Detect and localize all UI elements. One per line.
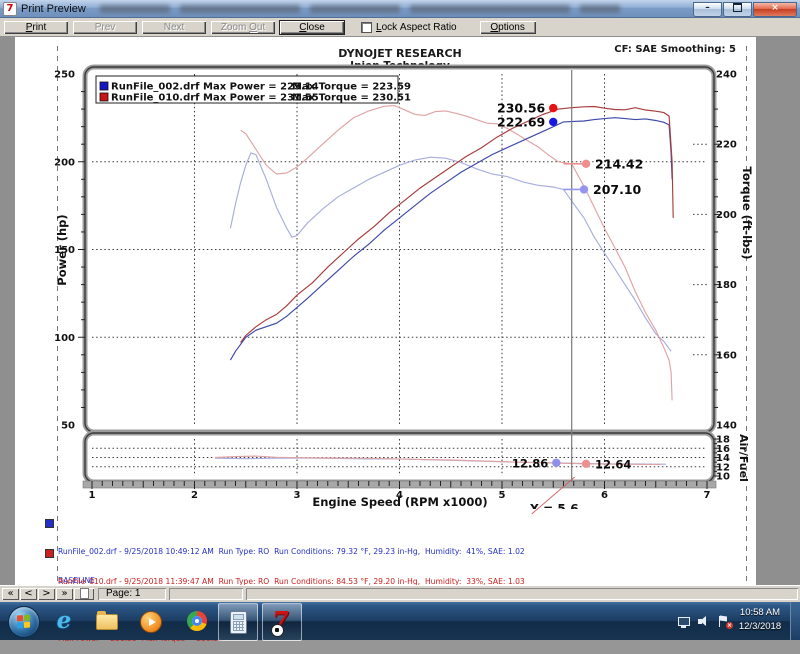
first-page-icon: «: [7, 588, 13, 599]
taskbar-item-media-player[interactable]: [138, 609, 162, 633]
app-icon: 7: [3, 2, 17, 16]
redacted-title-text: [100, 5, 620, 13]
prev-page-icon: <: [24, 588, 32, 599]
report-brand: DYNOJET RESEARCH: [260, 47, 540, 60]
preview-area: [0, 35, 800, 588]
maximize-button[interactable]: [723, 2, 752, 17]
run-color-swatch-red: [45, 549, 54, 558]
last-page-button[interactable]: »: [56, 588, 73, 600]
calculator-icon: [230, 611, 247, 634]
windows-flag-icon: [17, 615, 30, 629]
clock-time: 10:58 AM: [732, 606, 788, 620]
taskbar-item-calculator[interactable]: [218, 603, 258, 641]
window-title: Print Preview: [21, 3, 86, 15]
prev-page-nav-button[interactable]: <: [20, 588, 37, 600]
page-icon: [80, 588, 89, 599]
minimize-button[interactable]: –: [693, 2, 722, 17]
lock-aspect-ratio-label: Lock Aspect Ratio: [376, 22, 457, 33]
correction-factor-text: CF: SAE Smoothing: 5: [614, 44, 736, 55]
status-panel-3: [246, 588, 798, 600]
page-number-panel: Page: 1: [98, 588, 166, 600]
prev-page-button[interactable]: Prev: [73, 21, 137, 34]
zoom-out-button[interactable]: Zoom Out: [211, 21, 275, 34]
taskbar: e 7 × 10:58 AM 12/3/2018: [0, 602, 800, 640]
close-icon: ×: [771, 3, 779, 13]
system-tray: ×: [677, 602, 730, 640]
show-desktop-button[interactable]: [790, 602, 800, 640]
first-page-button[interactable]: «: [2, 588, 19, 600]
maximize-icon: [733, 3, 742, 12]
network-icon[interactable]: [677, 615, 690, 628]
media-player-icon: [140, 611, 162, 633]
titlebar[interactable]: 7 Print Preview – ×: [0, 0, 800, 18]
soccer-ball-icon: [271, 624, 284, 637]
internet-explorer-icon: e: [57, 607, 72, 634]
left-margin-guide: [57, 46, 58, 582]
taskbar-item-dynojet[interactable]: 7: [262, 603, 302, 641]
taskbar-item-chrome[interactable]: [185, 609, 209, 633]
options-button[interactable]: Options: [480, 21, 536, 34]
report-subtitle: Injen Technology: [260, 60, 540, 72]
clock-date: 12/3/2018: [732, 620, 788, 634]
statusbar: « < > » Page: 1: [0, 585, 800, 602]
taskbar-item-internet-explorer[interactable]: e: [52, 609, 76, 633]
run-color-swatch-blue: [45, 519, 54, 528]
volume-icon[interactable]: [697, 615, 710, 628]
last-page-icon: »: [61, 588, 67, 599]
next-page-nav-button[interactable]: >: [38, 588, 55, 600]
page-setup-button[interactable]: [74, 588, 94, 600]
print-preview-toolbar: Print Prev Next Zoom Out Close Lock Aspe…: [0, 18, 800, 37]
report-page: [15, 35, 756, 588]
print-preview-window: { "window": { "title": "Print Preview", …: [0, 0, 800, 640]
print-button[interactable]: Print: [4, 21, 68, 34]
lock-aspect-ratio-checkbox[interactable]: [361, 22, 372, 33]
next-page-icon: >: [42, 588, 50, 599]
minimize-icon: –: [705, 3, 710, 13]
close-window-button[interactable]: ×: [753, 2, 797, 17]
status-panel-2: [169, 588, 243, 600]
action-center-flag-icon[interactable]: ×: [717, 615, 730, 628]
close-preview-button[interactable]: Close: [280, 21, 344, 34]
taskbar-clock[interactable]: 10:58 AM 12/3/2018: [732, 606, 788, 634]
chrome-icon: [187, 611, 207, 631]
next-page-button[interactable]: Next: [142, 21, 206, 34]
taskbar-item-windows-explorer[interactable]: [94, 609, 118, 633]
folder-icon: [96, 614, 118, 630]
start-button[interactable]: [8, 606, 40, 638]
right-margin-guide: [746, 46, 747, 582]
